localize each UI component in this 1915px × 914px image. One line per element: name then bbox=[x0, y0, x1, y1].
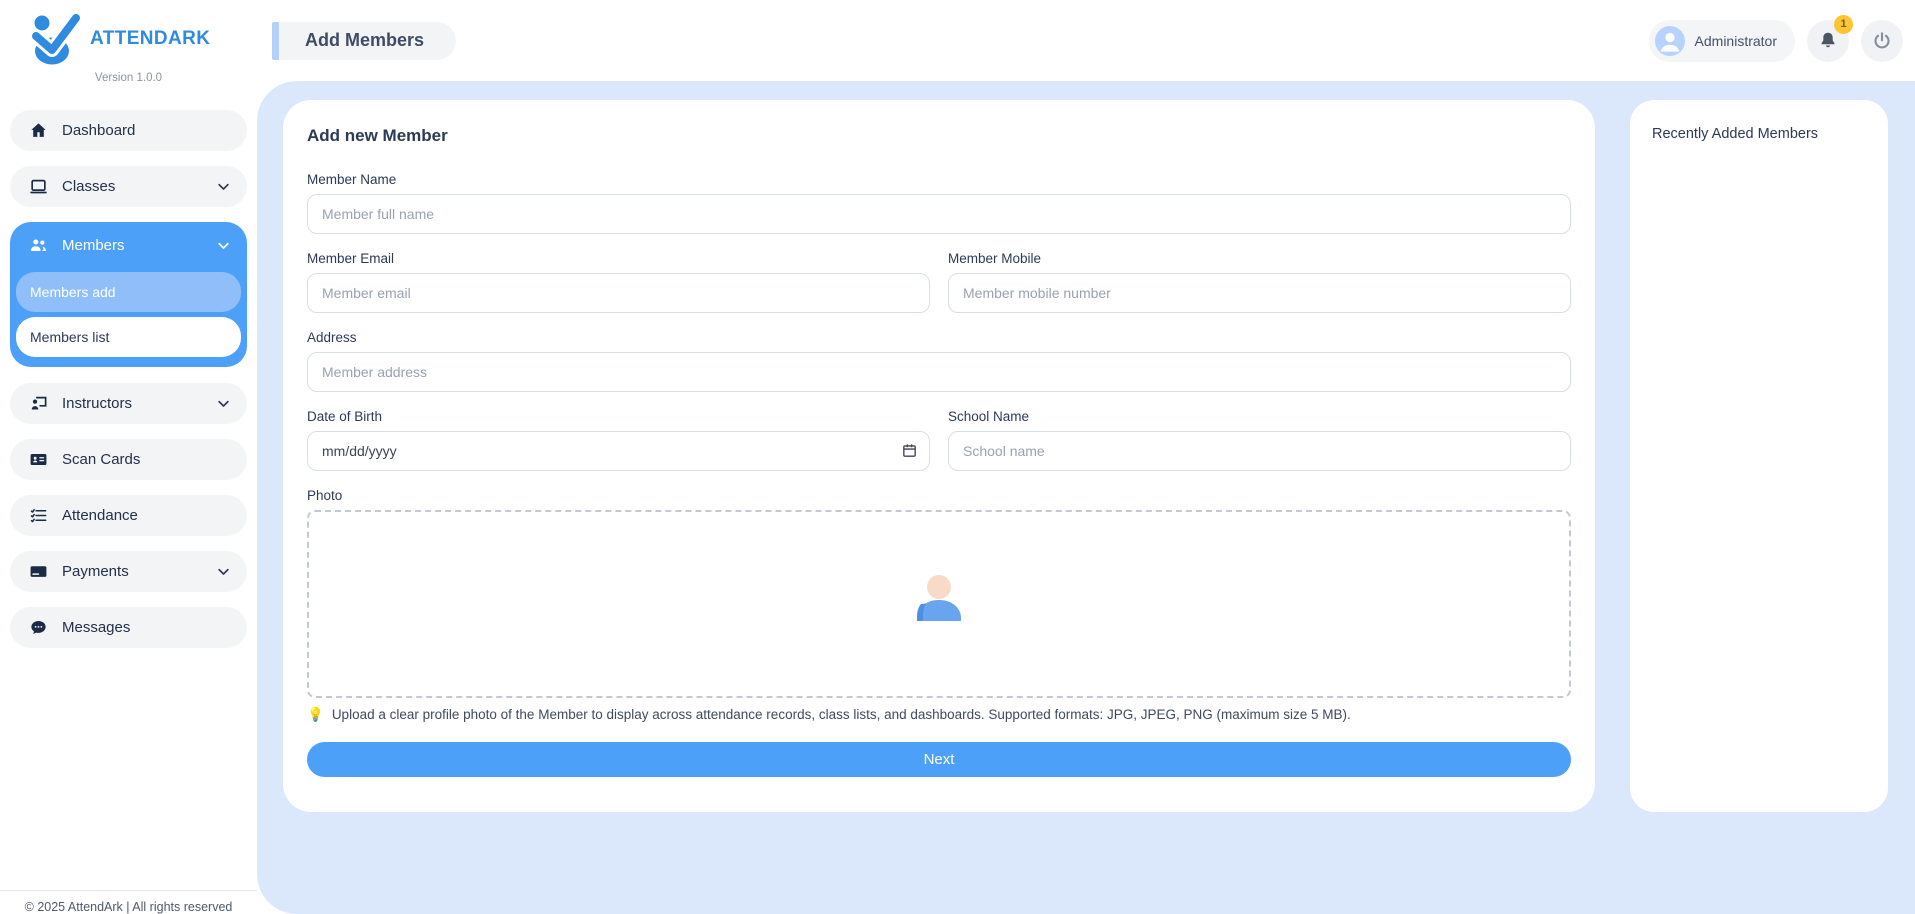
brand-logo: ATTENDARK bbox=[0, 0, 257, 68]
sidebar-item-label: Attendance bbox=[62, 507, 138, 524]
recently-added-panel: Recently Added Members bbox=[1630, 100, 1888, 812]
field-date-of-birth: Date of Birth bbox=[307, 409, 930, 471]
dob-input[interactable] bbox=[307, 431, 930, 471]
page-title-pill: Add Members bbox=[272, 22, 456, 60]
app-version: Version 1.0.0 bbox=[0, 72, 257, 84]
sidebar-group-members: Members Members add Members list bbox=[10, 222, 247, 367]
sidebar-item-label: Instructors bbox=[62, 395, 132, 412]
member-mobile-label: Member Mobile bbox=[948, 251, 1571, 266]
sidebar-item-messages[interactable]: Messages bbox=[10, 607, 247, 648]
photo-hint: 💡 Upload a clear profile photo of the Me… bbox=[307, 707, 1571, 723]
school-name-label: School Name bbox=[948, 409, 1571, 424]
main-content-area: Add new Member Member Name Member Email … bbox=[257, 81, 1915, 914]
field-photo: Photo 💡 Upload a clear profile photo of … bbox=[307, 488, 1571, 723]
brand-name: ATTENDARK bbox=[90, 28, 210, 50]
chevron-down-icon bbox=[216, 564, 231, 579]
member-name-input[interactable] bbox=[307, 194, 1571, 234]
logout-button[interactable] bbox=[1861, 20, 1903, 62]
notifications-button[interactable]: 1 bbox=[1807, 20, 1849, 62]
next-button[interactable]: Next bbox=[307, 742, 1571, 777]
sidebar-item-instructors[interactable]: Instructors bbox=[10, 383, 247, 424]
title-accent-bar bbox=[272, 22, 279, 60]
sidebar-item-attendance[interactable]: Attendance bbox=[10, 495, 247, 536]
sidebar-item-dashboard[interactable]: Dashboard bbox=[10, 110, 247, 151]
photo-hint-text: Upload a clear profile photo of the Memb… bbox=[332, 707, 1351, 722]
sidebar-footer: © 2025 AttendArk | All rights reserved bbox=[0, 890, 257, 914]
members-icon bbox=[29, 236, 48, 255]
power-icon bbox=[1871, 30, 1893, 52]
user-menu[interactable]: Administrator bbox=[1649, 20, 1795, 62]
sidebar-item-members[interactable]: Members bbox=[10, 222, 247, 268]
home-icon bbox=[29, 121, 48, 140]
photo-label: Photo bbox=[307, 488, 1571, 503]
notification-badge: 1 bbox=[1834, 15, 1853, 34]
user-avatar bbox=[1655, 26, 1685, 56]
form-title: Add new Member bbox=[307, 126, 1571, 146]
user-name: Administrator bbox=[1695, 33, 1777, 49]
instructors-icon bbox=[29, 394, 48, 413]
chevron-down-icon bbox=[216, 238, 231, 253]
payments-icon bbox=[29, 562, 48, 581]
scan-cards-icon bbox=[29, 450, 48, 469]
member-mobile-input[interactable] bbox=[948, 273, 1571, 313]
member-name-label: Member Name bbox=[307, 172, 1571, 187]
field-member-email: Member Email bbox=[307, 251, 930, 313]
field-address: Address bbox=[307, 330, 1571, 392]
sidebar-subitem-members-add[interactable]: Members add bbox=[16, 272, 241, 312]
page-title: Add Members bbox=[305, 30, 424, 51]
dob-label: Date of Birth bbox=[307, 409, 930, 424]
topbar: Add Members Administrator 1 bbox=[257, 0, 1915, 81]
field-member-name: Member Name bbox=[307, 172, 1571, 234]
bell-icon bbox=[1817, 30, 1839, 52]
sidebar-item-label: Classes bbox=[62, 178, 115, 195]
field-member-mobile: Member Mobile bbox=[948, 251, 1571, 313]
sidebar-item-classes[interactable]: Classes bbox=[10, 166, 247, 207]
attendance-icon bbox=[29, 506, 48, 525]
sidebar-item-label: Dashboard bbox=[62, 122, 135, 139]
sidebar-item-label: Payments bbox=[62, 563, 129, 580]
address-label: Address bbox=[307, 330, 1571, 345]
classes-icon bbox=[29, 177, 48, 196]
address-input[interactable] bbox=[307, 352, 1571, 392]
sidebar-item-label: Messages bbox=[62, 619, 130, 636]
sidebar-subitem-members-list[interactable]: Members list bbox=[16, 317, 241, 357]
chevron-down-icon bbox=[216, 396, 231, 411]
chevron-down-icon bbox=[216, 179, 231, 194]
member-email-input[interactable] bbox=[307, 273, 930, 313]
photo-placeholder-avatar-icon bbox=[906, 574, 972, 635]
sidebar-nav: Dashboard Classes Members Members add bbox=[0, 110, 257, 648]
photo-upload-dropzone[interactable] bbox=[307, 510, 1571, 698]
school-name-input[interactable] bbox=[948, 431, 1571, 471]
messages-icon bbox=[29, 618, 48, 637]
add-member-form-card: Add new Member Member Name Member Email … bbox=[283, 100, 1595, 812]
sidebar-item-label: Scan Cards bbox=[62, 451, 140, 468]
lightbulb-icon: 💡 bbox=[307, 707, 324, 723]
sidebar-item-scan-cards[interactable]: Scan Cards bbox=[10, 439, 247, 480]
field-school-name: School Name bbox=[948, 409, 1571, 471]
recently-added-title: Recently Added Members bbox=[1652, 126, 1866, 142]
copyright-text: © 2025 AttendArk | All rights reserved bbox=[6, 900, 251, 914]
member-email-label: Member Email bbox=[307, 251, 930, 266]
sidebar-item-payments[interactable]: Payments bbox=[10, 551, 247, 592]
topbar-actions: Administrator 1 bbox=[1649, 20, 1903, 62]
attendark-logo-icon bbox=[26, 10, 84, 68]
sidebar-item-label: Members bbox=[62, 237, 125, 254]
calendar-icon[interactable] bbox=[901, 442, 918, 459]
sidebar: ATTENDARK Version 1.0.0 Dashboard Classe… bbox=[0, 0, 257, 914]
